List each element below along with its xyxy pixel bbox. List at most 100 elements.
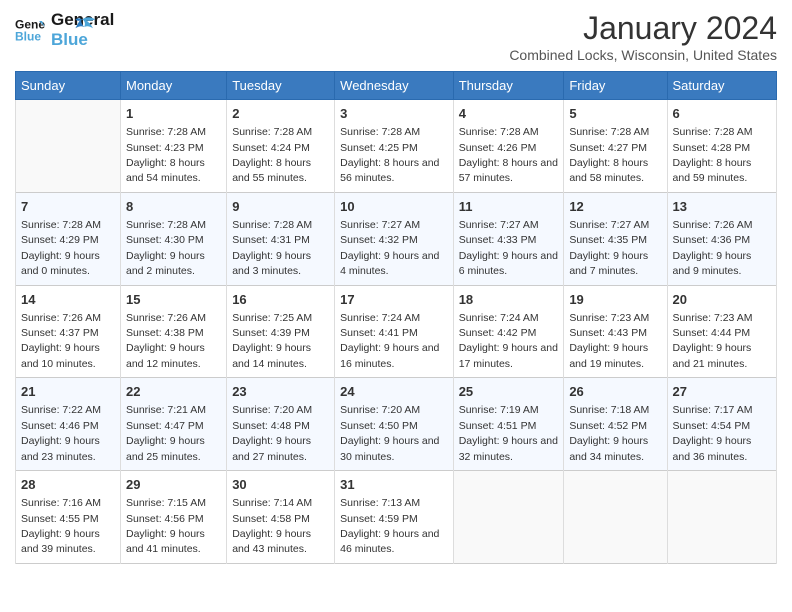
day-cell: 28Sunrise: 7:16 AMSunset: 4:55 PMDayligh… [16,471,121,564]
logo-icon: General Blue [15,15,45,45]
day-number: 28 [21,476,115,494]
day-cell: 2 Sunrise: 7:28 AMSunset: 4:24 PMDaylight… [227,100,335,193]
day-cell: 21 Sunrise: 7:22 AMSunset: 4:46 PMDayligh… [16,378,121,471]
day-info: Sunrise: 7:28 AMSunset: 4:24 PMDaylight:… [232,126,312,184]
day-cell: 10 Sunrise: 7:27 AMSunset: 4:32 PMDayligh… [335,192,454,285]
day-number: 24 [340,383,448,401]
day-cell: 1 Sunrise: 7:28 AMSunset: 4:23 PMDaylight… [121,100,227,193]
day-info: Sunrise: 7:27 AMSunset: 4:33 PMDaylight:… [459,219,558,277]
day-cell: 6 Sunrise: 7:28 AMSunset: 4:28 PMDaylight… [667,100,776,193]
day-number: 11 [459,198,559,216]
header-cell-saturday: Saturday [667,72,776,100]
day-cell: 7Sunrise: 7:28 AMSunset: 4:29 PMDaylight… [16,192,121,285]
day-info: Sunrise: 7:24 AMSunset: 4:41 PMDaylight:… [340,312,439,370]
subtitle: Combined Locks, Wisconsin, United States [509,47,777,63]
day-cell: 25 Sunrise: 7:19 AMSunset: 4:51 PMDayligh… [453,378,564,471]
day-info: Sunrise: 7:27 AMSunset: 4:32 PMDaylight:… [340,219,439,277]
logo: General Blue General Blue [15,10,96,51]
day-cell: 12 Sunrise: 7:27 AMSunset: 4:35 PMDayligh… [564,192,667,285]
day-info: Sunrise: 7:15 AMSunset: 4:56 PMDaylight:… [126,497,206,555]
day-number: 25 [459,383,559,401]
day-number: 12 [569,198,661,216]
day-cell: 4 Sunrise: 7:28 AMSunset: 4:26 PMDaylight… [453,100,564,193]
day-info: Sunrise: 7:23 AMSunset: 4:44 PMDaylight:… [673,312,753,370]
day-info: Sunrise: 7:28 AMSunset: 4:31 PMDaylight:… [232,219,312,277]
day-number: 22 [126,383,221,401]
day-cell [564,471,667,564]
day-cell: 29 Sunrise: 7:15 AMSunset: 4:56 PMDayligh… [121,471,227,564]
day-cell: 24 Sunrise: 7:20 AMSunset: 4:50 PMDayligh… [335,378,454,471]
day-info: Sunrise: 7:26 AMSunset: 4:38 PMDaylight:… [126,312,206,370]
day-cell: 13 Sunrise: 7:26 AMSunset: 4:36 PMDayligh… [667,192,776,285]
day-cell: 31Sunrise: 7:13 AMSunset: 4:59 PMDayligh… [335,471,454,564]
day-info: Sunrise: 7:28 AMSunset: 4:26 PMDaylight:… [459,126,558,184]
day-info: Sunrise: 7:28 AMSunset: 4:28 PMDaylight:… [673,126,753,184]
header-cell-wednesday: Wednesday [335,72,454,100]
day-cell: 26 Sunrise: 7:18 AMSunset: 4:52 PMDayligh… [564,378,667,471]
calendar-header: SundayMondayTuesdayWednesdayThursdayFrid… [16,72,777,100]
week-row-2: 7Sunrise: 7:28 AMSunset: 4:29 PMDaylight… [16,192,777,285]
day-cell: 14Sunrise: 7:26 AMSunset: 4:37 PMDayligh… [16,285,121,378]
day-info: Sunrise: 7:26 AMSunset: 4:36 PMDaylight:… [673,219,753,277]
day-info: Sunrise: 7:28 AMSunset: 4:23 PMDaylight:… [126,126,206,184]
day-number: 17 [340,291,448,309]
day-number: 29 [126,476,221,494]
day-cell: 19Sunrise: 7:23 AMSunset: 4:43 PMDayligh… [564,285,667,378]
week-row-3: 14Sunrise: 7:26 AMSunset: 4:37 PMDayligh… [16,285,777,378]
day-cell: 11 Sunrise: 7:27 AMSunset: 4:33 PMDayligh… [453,192,564,285]
day-info: Sunrise: 7:17 AMSunset: 4:54 PMDaylight:… [673,404,753,462]
day-cell: 5 Sunrise: 7:28 AMSunset: 4:27 PMDaylight… [564,100,667,193]
day-info: Sunrise: 7:19 AMSunset: 4:51 PMDaylight:… [459,404,558,462]
day-info: Sunrise: 7:14 AMSunset: 4:58 PMDaylight:… [232,497,312,555]
day-cell: 17 Sunrise: 7:24 AMSunset: 4:41 PMDayligh… [335,285,454,378]
day-info: Sunrise: 7:20 AMSunset: 4:50 PMDaylight:… [340,404,439,462]
day-info: Sunrise: 7:27 AMSunset: 4:35 PMDaylight:… [569,219,649,277]
day-info: Sunrise: 7:28 AMSunset: 4:27 PMDaylight:… [569,126,649,184]
svg-text:Blue: Blue [15,30,41,44]
day-number: 30 [232,476,329,494]
day-cell: 8 Sunrise: 7:28 AMSunset: 4:30 PMDaylight… [121,192,227,285]
day-info: Sunrise: 7:22 AMSunset: 4:46 PMDaylight:… [21,404,101,462]
day-number: 10 [340,198,448,216]
logo-bird-icon [68,15,96,37]
header-cell-thursday: Thursday [453,72,564,100]
title-block: January 2024 Combined Locks, Wisconsin, … [509,10,777,63]
day-cell: 18Sunrise: 7:24 AMSunset: 4:42 PMDayligh… [453,285,564,378]
day-number: 20 [673,291,771,309]
day-info: Sunrise: 7:28 AMSunset: 4:25 PMDaylight:… [340,126,439,184]
day-number: 4 [459,105,559,123]
day-cell: 23Sunrise: 7:20 AMSunset: 4:48 PMDayligh… [227,378,335,471]
day-cell: 15Sunrise: 7:26 AMSunset: 4:38 PMDayligh… [121,285,227,378]
header-cell-friday: Friday [564,72,667,100]
week-row-1: 1 Sunrise: 7:28 AMSunset: 4:23 PMDaylight… [16,100,777,193]
day-number: 8 [126,198,221,216]
header-row: SundayMondayTuesdayWednesdayThursdayFrid… [16,72,777,100]
day-cell [16,100,121,193]
day-cell: 9 Sunrise: 7:28 AMSunset: 4:31 PMDaylight… [227,192,335,285]
day-cell [667,471,776,564]
day-number: 13 [673,198,771,216]
day-number: 5 [569,105,661,123]
day-info: Sunrise: 7:18 AMSunset: 4:52 PMDaylight:… [569,404,649,462]
day-cell: 22 Sunrise: 7:21 AMSunset: 4:47 PMDayligh… [121,378,227,471]
header-cell-sunday: Sunday [16,72,121,100]
day-info: Sunrise: 7:28 AMSunset: 4:30 PMDaylight:… [126,219,206,277]
day-info: Sunrise: 7:25 AMSunset: 4:39 PMDaylight:… [232,312,312,370]
day-cell: 16Sunrise: 7:25 AMSunset: 4:39 PMDayligh… [227,285,335,378]
page-header: General Blue General Blue January 2024 C… [15,10,777,63]
day-number: 18 [459,291,559,309]
day-number: 14 [21,291,115,309]
day-cell: 20 Sunrise: 7:23 AMSunset: 4:44 PMDayligh… [667,285,776,378]
day-number: 6 [673,105,771,123]
day-number: 7 [21,198,115,216]
day-cell: 30 Sunrise: 7:14 AMSunset: 4:58 PMDayligh… [227,471,335,564]
month-title: January 2024 [509,10,777,47]
day-number: 21 [21,383,115,401]
day-number: 27 [673,383,771,401]
day-number: 26 [569,383,661,401]
day-info: Sunrise: 7:13 AMSunset: 4:59 PMDaylight:… [340,497,439,555]
day-number: 9 [232,198,329,216]
day-number: 2 [232,105,329,123]
day-info: Sunrise: 7:21 AMSunset: 4:47 PMDaylight:… [126,404,206,462]
day-number: 1 [126,105,221,123]
